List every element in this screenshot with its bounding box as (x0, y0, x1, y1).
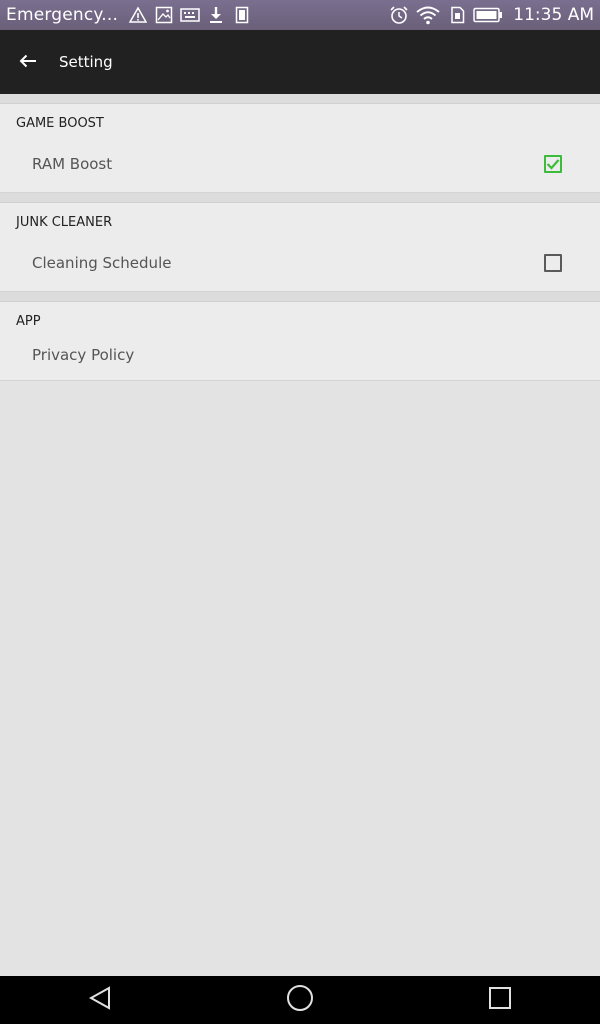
section-app: APP Privacy Policy (0, 302, 600, 381)
back-button[interactable] (0, 30, 56, 94)
ram-boost-row[interactable]: RAM Boost (0, 136, 600, 192)
cleaning-schedule-checkbox[interactable] (544, 254, 562, 272)
wifi-icon (415, 5, 441, 25)
sim-card-icon (447, 5, 467, 25)
section-header: APP (16, 314, 41, 329)
nav-home-button[interactable] (270, 976, 330, 1024)
section-game-boost: GAME BOOST RAM Boost (0, 104, 600, 193)
download-icon (206, 5, 226, 25)
nav-back-button[interactable] (70, 976, 130, 1024)
clock-time: 11:35 AM (513, 5, 594, 25)
back-triangle-icon (87, 985, 113, 1015)
section-header: JUNK CLEANER (16, 215, 113, 230)
recents-square-icon (488, 986, 512, 1014)
arrow-left-icon (19, 53, 37, 72)
alarm-icon (389, 5, 409, 25)
section-divider (0, 94, 600, 104)
privacy-policy-row[interactable]: Privacy Policy (0, 334, 600, 380)
settings-list: GAME BOOST RAM Boost JUNK CLEANER Cleani… (0, 94, 600, 381)
cleaning-schedule-row[interactable]: Cleaning Schedule (0, 235, 600, 291)
status-bar-right: 11:35 AM (389, 0, 600, 30)
cleaning-schedule-label: Cleaning Schedule (32, 254, 172, 272)
section-junk-cleaner: JUNK CLEANER Cleaning Schedule (0, 203, 600, 292)
keyboard-icon (180, 5, 200, 25)
section-divider (0, 193, 600, 203)
page-title: Setting (59, 53, 113, 71)
warning-icon (128, 5, 148, 25)
app-bar: Setting (0, 30, 600, 94)
nav-recents-button[interactable] (470, 976, 530, 1024)
status-bar-left: Emergency... (0, 0, 258, 30)
image-icon (154, 5, 174, 25)
ram-boost-label: RAM Boost (32, 155, 113, 173)
navigation-bar (0, 976, 600, 1024)
sim-icon (232, 5, 252, 25)
home-circle-icon (286, 984, 314, 1016)
checkmark-icon (546, 159, 560, 170)
carrier-label: Emergency... (6, 5, 119, 25)
battery-icon (473, 5, 503, 25)
section-divider (0, 292, 600, 302)
privacy-policy-label: Privacy Policy (32, 346, 135, 364)
ram-boost-checkbox[interactable] (544, 155, 562, 173)
status-bar: Emergency... 11:35 AM (0, 0, 600, 30)
section-header: GAME BOOST (16, 116, 104, 131)
